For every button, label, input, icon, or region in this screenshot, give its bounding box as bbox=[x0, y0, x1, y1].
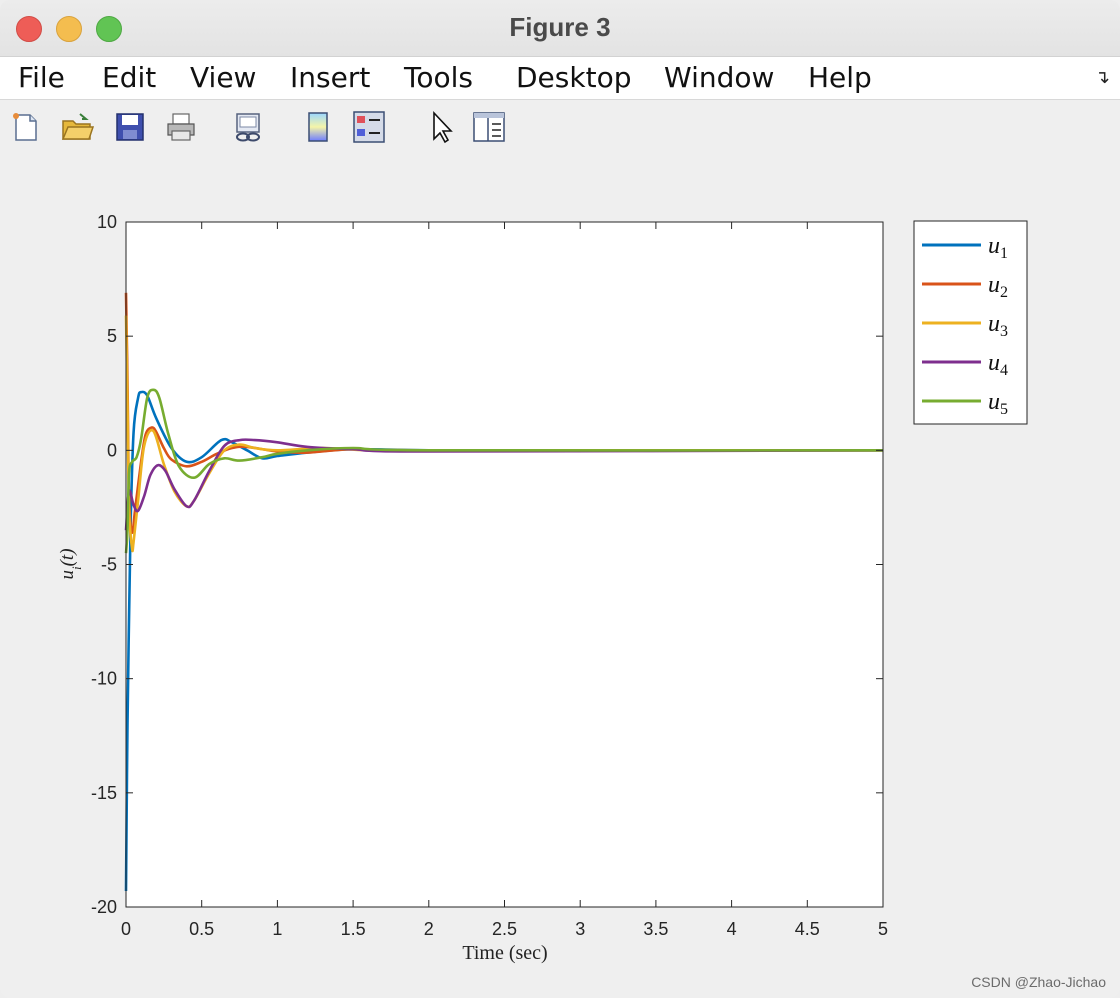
x-tick-label: 4 bbox=[727, 919, 737, 939]
y-axis-label: ui(t) bbox=[57, 548, 84, 579]
x-tick-label: 2 bbox=[424, 919, 434, 939]
menu-edit[interactable]: Edit bbox=[102, 61, 156, 94]
colorbar-icon[interactable] bbox=[301, 110, 335, 144]
y-tick-label: -10 bbox=[91, 669, 117, 689]
new-figure-icon[interactable] bbox=[9, 110, 43, 144]
title-bar: Figure 3 bbox=[0, 0, 1120, 57]
line-chart[interactable]: 0 0.5 1 1.5 2 2.5 3 3.5 4 4.5 5 10 5 0 -5 -10 -15 -20 Tim… bbox=[0, 156, 1120, 998]
y-tick-label: 10 bbox=[97, 212, 117, 232]
watermark-text: CSDN @Zhao-Jichao bbox=[971, 974, 1106, 990]
figure-canvas: 0 0.5 1 1.5 2 2.5 3 3.5 4 4.5 5 10 5 0 -5 -10 -15 -20 Tim… bbox=[0, 156, 1120, 998]
legend[interactable]: u1u2u3u4u5 bbox=[913, 220, 1028, 425]
y-tick-label: -5 bbox=[101, 555, 117, 575]
menu-file[interactable]: File bbox=[18, 61, 65, 94]
x-tick-label: 2.5 bbox=[492, 919, 517, 939]
window-title: Figure 3 bbox=[509, 12, 611, 42]
toolbar bbox=[0, 99, 1120, 157]
x-tick-label: 0.5 bbox=[189, 919, 214, 939]
legend-icon[interactable] bbox=[352, 110, 386, 144]
y-tick-label: -15 bbox=[91, 783, 117, 803]
menu-insert[interactable]: Insert bbox=[290, 61, 370, 94]
menu-help[interactable]: Help bbox=[808, 61, 872, 94]
save-icon[interactable] bbox=[113, 110, 147, 144]
x-axis-label: Time (sec) bbox=[462, 942, 547, 964]
x-tick-label: 3.5 bbox=[643, 919, 668, 939]
menu-bar: File Edit View Insert Tools Desktop Wind… bbox=[0, 57, 1120, 99]
x-tick-label: 1 bbox=[272, 919, 282, 939]
y-tick-label: -20 bbox=[91, 897, 117, 917]
menu-desktop[interactable]: Desktop bbox=[516, 61, 631, 94]
link-figure-icon[interactable] bbox=[231, 110, 265, 144]
property-inspector-icon[interactable] bbox=[472, 110, 506, 144]
open-file-icon[interactable] bbox=[60, 110, 94, 144]
figure-window: Figure 3 File Edit View Insert Tools Des… bbox=[0, 0, 1120, 998]
axes-background bbox=[126, 222, 883, 907]
print-icon[interactable] bbox=[164, 110, 198, 144]
x-tick-label: 0 bbox=[121, 919, 131, 939]
x-tick-label: 5 bbox=[878, 919, 888, 939]
x-tick-label: 1.5 bbox=[341, 919, 366, 939]
y-tick-label: 5 bbox=[107, 326, 117, 346]
menu-tools[interactable]: Tools bbox=[404, 61, 473, 94]
undock-arrow-icon[interactable]: ↴ bbox=[1095, 67, 1110, 88]
menu-view[interactable]: View bbox=[190, 61, 256, 94]
menu-window[interactable]: Window bbox=[664, 61, 774, 94]
pointer-icon[interactable] bbox=[424, 110, 458, 144]
x-tick-label: 4.5 bbox=[795, 919, 820, 939]
y-tick-label: 0 bbox=[107, 440, 117, 460]
x-tick-label: 3 bbox=[575, 919, 585, 939]
